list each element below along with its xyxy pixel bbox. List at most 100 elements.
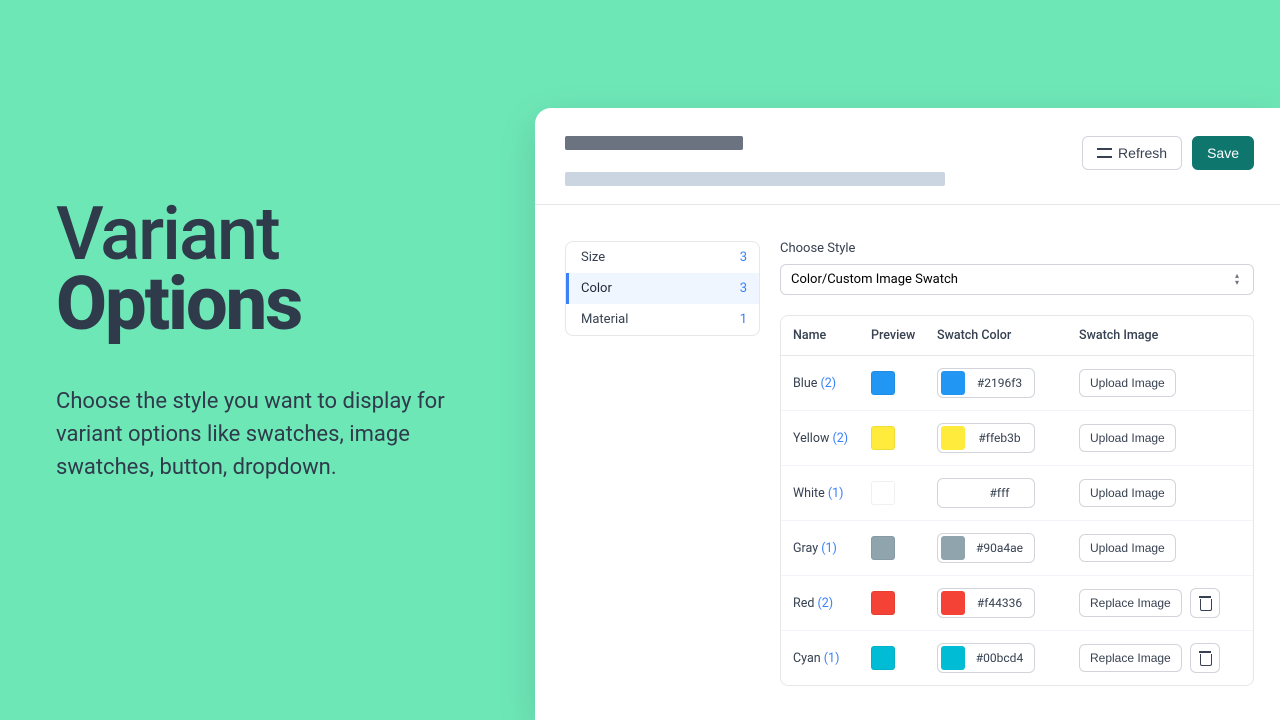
swatch-preview xyxy=(871,481,937,505)
color-swatch xyxy=(871,426,895,450)
title-skeleton xyxy=(565,136,945,186)
table-row: Red (2) #f44336 Replace Image xyxy=(781,575,1253,630)
image-action-button[interactable]: Upload Image xyxy=(1079,424,1176,452)
table-header: Name Preview Swatch Color Swatch Image xyxy=(781,316,1253,356)
table-row: Cyan (1)#00bcd4Replace Image xyxy=(781,630,1253,685)
swatch-preview xyxy=(871,591,937,615)
sidebar-item-label: Size xyxy=(581,250,605,265)
sidebar-item-label: Color xyxy=(581,281,612,296)
color-hex: #2196f3 xyxy=(965,376,1034,390)
swatch-color-cell: #00bcd4 xyxy=(937,643,1079,673)
color-chip xyxy=(941,591,965,615)
swatch-count: (1) xyxy=(828,486,844,501)
swatch-image-cell: Upload Image xyxy=(1079,479,1241,507)
hero-title-line2: Options xyxy=(56,261,301,348)
sidebar-item-color[interactable]: Color 3 xyxy=(566,273,759,304)
color-input[interactable]: #90a4ae xyxy=(937,533,1035,563)
table-row: Blue (2) #2196f3 Upload Image xyxy=(781,356,1253,410)
topbar-actions: Refresh Save xyxy=(1082,136,1254,170)
color-hex: #fff xyxy=(965,486,1034,500)
color-chip xyxy=(941,536,965,560)
option-sidebar: Size 3 Color 3 Material 1 xyxy=(565,241,760,336)
swatch-count: (2) xyxy=(832,431,848,446)
color-input[interactable]: #fff xyxy=(937,478,1035,508)
swatch-color-cell: #ffeb3b xyxy=(937,423,1079,453)
refresh-button[interactable]: Refresh xyxy=(1082,136,1182,170)
swatch-name: Gray (1) xyxy=(793,541,871,556)
swatch-image-cell: Upload Image xyxy=(1079,424,1241,452)
swatch-color-cell: #fff xyxy=(937,478,1079,508)
swatch-color-cell: #90a4ae xyxy=(937,533,1079,563)
color-input[interactable]: #f44336 xyxy=(937,588,1035,618)
swatch-image-cell: Upload Image xyxy=(1079,369,1241,397)
sidebar-item-count: 1 xyxy=(740,312,747,327)
image-action-button[interactable]: Replace Image xyxy=(1079,589,1182,617)
swatch-name: White (1) xyxy=(793,486,871,501)
delete-image-button[interactable] xyxy=(1190,643,1220,673)
swatch-count: (1) xyxy=(821,541,837,556)
color-swatch xyxy=(871,646,895,670)
image-action-button[interactable]: Upload Image xyxy=(1079,479,1176,507)
sidebar-item-size[interactable]: Size 3 xyxy=(566,242,759,273)
chevron-updown-icon: ▴▾ xyxy=(1235,273,1243,286)
swatch-name: Blue (2) xyxy=(793,376,871,391)
color-swatch xyxy=(871,371,895,395)
swatch-name: Yellow (2) xyxy=(793,431,871,446)
sidebar-item-count: 3 xyxy=(740,250,747,265)
swatch-name: Red (2) xyxy=(793,596,871,611)
th-name: Name xyxy=(793,328,871,343)
swatch-color-cell: #f44336 xyxy=(937,588,1079,618)
color-swatch xyxy=(871,536,895,560)
swatch-preview xyxy=(871,536,937,560)
color-chip xyxy=(941,646,965,670)
delete-image-button[interactable] xyxy=(1190,588,1220,618)
swatch-count: (2) xyxy=(817,596,833,611)
color-input[interactable]: #2196f3 xyxy=(937,368,1035,398)
save-label: Save xyxy=(1207,145,1239,161)
swatch-preview xyxy=(871,646,937,670)
skeleton-bar xyxy=(565,172,945,186)
swatch-preview xyxy=(871,426,937,450)
image-action-button[interactable]: Upload Image xyxy=(1079,534,1176,562)
color-chip xyxy=(941,426,965,450)
hero-title: Variant Options xyxy=(56,200,496,341)
table-row: Gray (1) #90a4ae Upload Image xyxy=(781,520,1253,575)
sidebar-item-material[interactable]: Material 1 xyxy=(566,304,759,335)
main-panel: Choose Style Color/Custom Image Swatch ▴… xyxy=(780,241,1254,686)
color-swatch xyxy=(871,591,895,615)
swatch-image-cell: Replace Image xyxy=(1079,588,1241,618)
skeleton-bar xyxy=(565,136,743,150)
save-button[interactable]: Save xyxy=(1192,136,1254,170)
image-action-button[interactable]: Replace Image xyxy=(1079,644,1182,672)
image-action-button[interactable]: Upload Image xyxy=(1079,369,1176,397)
swatch-table: Name Preview Swatch Color Swatch Image B… xyxy=(780,315,1254,686)
swatch-image-cell: Replace Image xyxy=(1079,643,1241,673)
swatch-image-cell: Upload Image xyxy=(1079,534,1241,562)
th-swatch-color: Swatch Color xyxy=(937,328,1079,343)
swatch-count: (2) xyxy=(820,376,836,391)
color-hex: #f44336 xyxy=(965,596,1034,610)
trash-icon xyxy=(1199,651,1211,665)
color-hex: #ffeb3b xyxy=(965,431,1034,445)
swatch-preview xyxy=(871,371,937,395)
color-chip xyxy=(941,371,965,395)
color-swatch xyxy=(871,481,895,505)
th-swatch-image: Swatch Image xyxy=(1079,328,1241,343)
table-row: White (1) #fff Upload Image xyxy=(781,465,1253,520)
color-chip xyxy=(941,481,965,505)
color-input[interactable]: #ffeb3b xyxy=(937,423,1035,453)
app-card: Refresh Save Size 3 Color 3 Material 1 Choose… xyxy=(535,108,1280,720)
swatch-color-cell: #2196f3 xyxy=(937,368,1079,398)
sidebar-item-label: Material xyxy=(581,312,628,327)
hero-copy: Variant Options Choose the style you wan… xyxy=(56,200,496,484)
style-select[interactable]: Color/Custom Image Swatch ▴▾ xyxy=(780,264,1254,295)
body: Size 3 Color 3 Material 1 Choose Style Color/… xyxy=(535,205,1280,686)
color-input[interactable]: #00bcd4 xyxy=(937,643,1035,673)
topbar: Refresh Save xyxy=(535,108,1280,205)
th-preview: Preview xyxy=(871,328,937,343)
hero-subtitle: Choose the style you want to display for… xyxy=(56,385,496,484)
sidebar-item-count: 3 xyxy=(740,281,747,296)
style-select-value: Color/Custom Image Swatch xyxy=(791,272,958,287)
trash-icon xyxy=(1199,596,1211,610)
color-hex: #00bcd4 xyxy=(965,651,1034,665)
